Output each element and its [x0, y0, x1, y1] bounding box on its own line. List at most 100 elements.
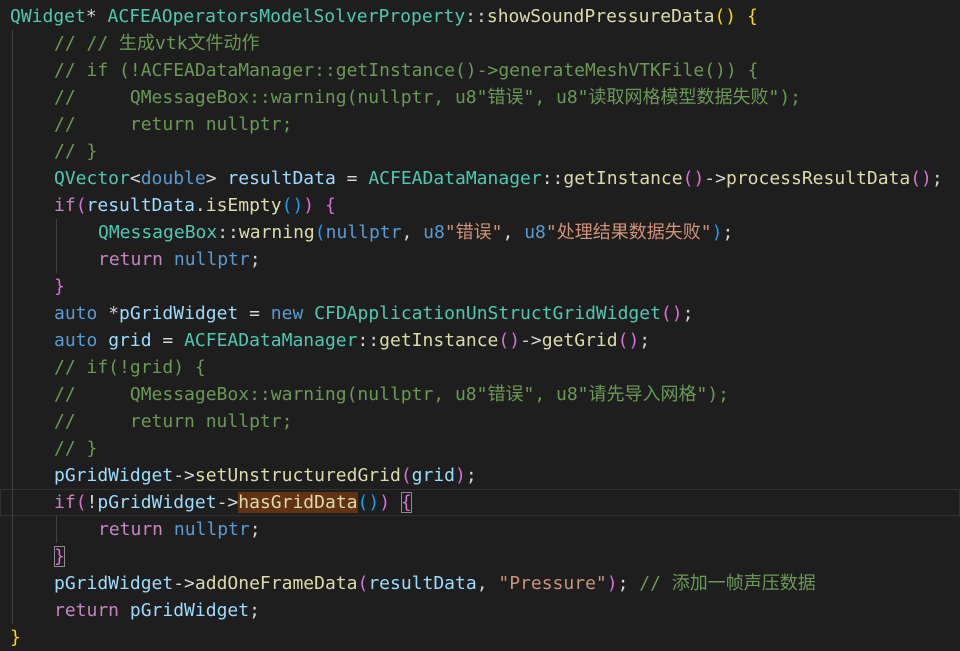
code-token: ::	[465, 6, 487, 27]
code-token: // if(!grid) {	[54, 357, 206, 378]
code-text: // if(!grid) {	[54, 354, 206, 381]
code-token: "错误"	[444, 222, 503, 243]
code-token: pGridWidget	[54, 465, 174, 486]
code-text: QVector<double> resultData = ACFEADataMa…	[54, 165, 943, 192]
code-token: grid	[411, 465, 456, 486]
code-token: ;	[682, 303, 694, 324]
code-token: // }	[54, 438, 98, 459]
code-line[interactable]: auto *pGridWidget = new CFDApplicationUn…	[0, 300, 960, 327]
code-token: (	[75, 492, 87, 513]
indent-guide	[12, 246, 13, 273]
code-token: ACFEADataManager	[368, 168, 542, 189]
code-line[interactable]: // return nullptr;	[0, 111, 960, 138]
code-line[interactable]: if(resultData.isEmpty()) {	[0, 192, 960, 219]
code-line[interactable]: // if(!grid) {	[0, 354, 960, 381]
code-token: ()	[498, 330, 521, 351]
code-text: }	[54, 273, 65, 300]
code-token: ,	[476, 573, 499, 594]
code-token: ()	[357, 492, 380, 513]
code-token: {	[400, 492, 412, 513]
code-token: =	[335, 168, 369, 189]
code-text: // }	[54, 138, 97, 165]
indent-guide	[12, 138, 13, 165]
code-token: grid	[108, 330, 152, 351]
code-token: }	[54, 276, 65, 297]
code-token: )	[303, 195, 315, 216]
code-token: // return nullptr;	[54, 114, 293, 135]
code-text: if(!pGridWidget->hasGridData()) {	[54, 489, 412, 516]
indent-guide	[12, 516, 13, 543]
code-line[interactable]: // QMessageBox::warning(nullptr, u8"错误",…	[0, 84, 960, 111]
code-token: warning	[238, 222, 315, 243]
indent-guide	[12, 543, 13, 570]
code-token: ->	[216, 492, 239, 513]
code-token: if	[54, 492, 76, 513]
code-line[interactable]: if(!pGridWidget->hasGridData()) {	[0, 489, 960, 516]
code-line[interactable]: pGridWidget->setUnstructuredGrid(grid);	[0, 462, 960, 489]
code-token: // // 生成vtk文件动作	[54, 33, 260, 54]
code-token: nullptr	[325, 222, 402, 243]
code-token: )	[606, 573, 618, 594]
code-token: =	[151, 330, 185, 351]
code-line[interactable]: // if (!ACFEADataManager::getInstance()-…	[0, 57, 960, 84]
indent-guide	[12, 489, 13, 516]
code-line[interactable]: QVector<double> resultData = ACFEADataMa…	[0, 165, 960, 192]
code-line[interactable]: // QMessageBox::warning(nullptr, u8"错误",…	[0, 381, 960, 408]
code-text: // return nullptr;	[54, 111, 292, 138]
code-line[interactable]: return pGridWidget;	[0, 597, 960, 624]
code-token: ::	[541, 168, 564, 189]
code-line[interactable]: return nullptr;	[0, 246, 960, 273]
code-text: QMessageBox::warning(nullptr, u8"错误", u8…	[98, 219, 733, 246]
code-line[interactable]: auto grid = ACFEADataManager::getInstanc…	[0, 327, 960, 354]
code-token: getInstance	[379, 330, 499, 351]
code-token: !	[86, 492, 98, 513]
code-editor[interactable]: QWidget* ACFEAOperatorsModelSolverProper…	[0, 0, 960, 651]
indent-guide	[12, 192, 13, 219]
code-line[interactable]: // // 生成vtk文件动作	[0, 30, 960, 57]
code-token: if	[54, 195, 76, 216]
code-line[interactable]: // }	[0, 138, 960, 165]
code-token: ->	[704, 168, 726, 189]
indent-guide	[56, 219, 57, 246]
code-line[interactable]: QMessageBox::warning(nullptr, u8"错误", u8…	[0, 219, 960, 246]
code-line[interactable]: // }	[0, 435, 960, 462]
code-token: ()	[714, 6, 737, 27]
code-token: // if (!ACFEADataManager::getInstance()-…	[54, 60, 759, 81]
indent-guide	[56, 246, 57, 273]
code-token: return	[98, 249, 164, 270]
code-token: pGridWidget	[54, 573, 174, 594]
indent-guide	[12, 165, 13, 192]
code-token: isEmpty	[205, 195, 282, 216]
code-token: ;	[931, 168, 943, 189]
code-token: "处理结果数据失败"	[545, 222, 712, 243]
code-text: // // 生成vtk文件动作	[54, 30, 260, 57]
indent-guide	[12, 111, 13, 138]
code-line[interactable]: pGridWidget->addOneFrameData(resultData,…	[0, 570, 960, 597]
code-token: (	[75, 195, 87, 216]
code-token: *	[97, 303, 120, 324]
code-text: auto *pGridWidget = new CFDApplicationUn…	[54, 300, 693, 327]
code-line[interactable]: QWidget* ACFEAOperatorsModelSolverProper…	[0, 3, 960, 30]
code-token: nullptr	[173, 249, 250, 270]
code-line[interactable]: }	[0, 273, 960, 300]
code-text: // return nullptr;	[54, 408, 292, 435]
code-token: =	[238, 303, 271, 324]
code-line[interactable]: }	[0, 543, 960, 570]
code-text: return nullptr;	[98, 516, 261, 543]
code-line[interactable]: // return nullptr;	[0, 408, 960, 435]
code-line[interactable]: }	[0, 624, 960, 651]
code-token: >	[205, 168, 228, 189]
code-token: CFDApplicationUnStructGridWidget	[314, 303, 661, 324]
code-text: // QMessageBox::warning(nullptr, u8"错误",…	[54, 84, 801, 111]
code-text: }	[10, 624, 21, 651]
indent-guide	[12, 570, 13, 597]
code-line[interactable]: return nullptr;	[0, 516, 960, 543]
code-token: showSoundPressureData	[486, 6, 715, 27]
